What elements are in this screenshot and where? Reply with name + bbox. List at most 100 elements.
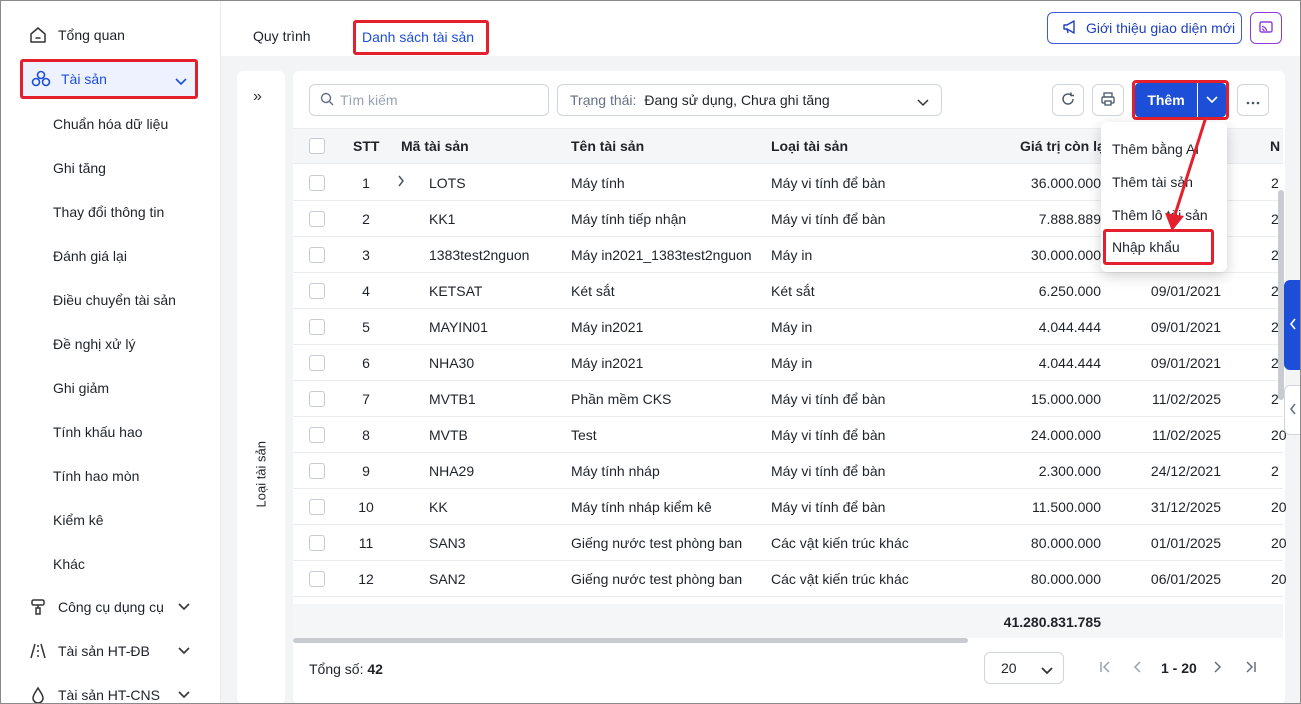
intro-new-ui-button[interactable]: Giới thiệu giao diện mới <box>1047 12 1242 44</box>
import-highlight <box>1103 229 1214 265</box>
sidebar-sub-revalue[interactable]: Đánh giá lại <box>53 248 127 264</box>
row-checkbox[interactable] <box>309 499 325 515</box>
more-options-button[interactable] <box>1237 84 1269 116</box>
cell-asset-code: MAYIN01 <box>429 319 488 335</box>
cell-asset-name: Máy in2021 <box>571 319 644 335</box>
cell-extra: 20 <box>1271 571 1287 587</box>
sidebar-item-overview[interactable]: Tổng quan <box>20 15 198 55</box>
first-page-icon[interactable] <box>1099 660 1111 676</box>
menu-item-add-ai[interactable]: Thêm bằng AI <box>1112 141 1199 157</box>
add-dropdown-button[interactable] <box>1198 83 1226 117</box>
right-collapse-tab[interactable] <box>1284 385 1301 435</box>
menu-item-add-batch[interactable]: Thêm lô tài sản <box>1112 207 1208 223</box>
horizontal-scrollbar[interactable] <box>293 638 968 643</box>
water-icon <box>28 685 48 704</box>
sidebar-item-water-infra[interactable]: Tài sản HT-CNS <box>20 675 198 704</box>
cell-asset-code: KETSAT <box>429 283 483 299</box>
header-extra[interactable]: N <box>1270 138 1280 154</box>
header-asset-type[interactable]: Loại tài sản <box>771 138 848 154</box>
cell-asset-type: Máy vi tính để bàn <box>771 211 886 227</box>
cell-date: 24/12/2021 <box>1150 463 1221 479</box>
sidebar-sub-wear[interactable]: Tính hao mòn <box>53 468 139 484</box>
chevron-down-icon <box>178 687 190 703</box>
status-filter-select[interactable]: Trạng thái: Đang sử dụng, Chưa ghi tăng <box>557 84 942 116</box>
sidebar-sub-depreciation[interactable]: Tính khấu hao <box>53 424 143 440</box>
cell-asset-type: Máy in <box>771 319 813 335</box>
row-checkbox[interactable] <box>309 283 325 299</box>
intro-new-ui-label: Giới thiệu giao diện mới <box>1086 20 1236 36</box>
header-asset-code[interactable]: Mã tài sản <box>401 138 469 154</box>
chevron-down-icon <box>178 643 190 659</box>
cell-remaining-value: 15.000.000 <box>1030 391 1101 407</box>
sidebar-sub-transfer[interactable]: Điều chuyển tài sản <box>53 292 176 308</box>
megaphone-icon <box>1062 19 1086 38</box>
cell-remaining-value: 2.300.000 <box>1038 463 1101 479</box>
sidebar-item-label: Tài sản HT-ĐB <box>58 643 150 659</box>
row-checkbox[interactable] <box>309 319 325 335</box>
row-checkbox[interactable] <box>309 463 325 479</box>
expand-rail-icon[interactable]: » <box>253 88 262 106</box>
sidebar-item-assets[interactable]: Tài sản <box>20 59 198 99</box>
tab-process[interactable]: Quy trình <box>253 28 311 44</box>
next-page-icon[interactable] <box>1212 660 1222 676</box>
cell-stt: 8 <box>362 427 370 443</box>
sidebar-sub-decrease[interactable]: Ghi giảm <box>53 380 109 396</box>
tools-icon <box>28 597 48 617</box>
search-input[interactable]: Tìm kiếm <box>309 84 549 116</box>
cell-asset-type: Máy in <box>771 355 813 371</box>
sidebar-sub-change-info[interactable]: Thay đổi thông tin <box>53 204 164 220</box>
tab-asset-list[interactable]: Danh sách tài sản <box>353 20 489 55</box>
sidebar-sub-other[interactable]: Khác <box>53 556 85 572</box>
cell-asset-type: Các vật kiến trúc khác <box>771 571 909 587</box>
cell-asset-code: NHA30 <box>429 355 475 371</box>
cast-button[interactable] <box>1250 12 1282 44</box>
sidebar-item-road-infra[interactable]: Tài sản HT-ĐB <box>20 631 198 671</box>
assets-icon <box>31 69 51 89</box>
cell-date: 11/02/2025 <box>1151 427 1221 443</box>
last-page-icon[interactable] <box>1245 660 1257 676</box>
row-checkbox[interactable] <box>309 535 325 551</box>
sidebar-item-label: Tổng quan <box>58 27 125 43</box>
sidebar-sub-propose[interactable]: Đề nghị xử lý <box>53 336 136 352</box>
row-checkbox[interactable] <box>309 211 325 227</box>
cell-stt: 1 <box>362 175 370 191</box>
row-checkbox[interactable] <box>309 427 325 443</box>
header-stt[interactable]: STT <box>353 138 379 154</box>
cell-asset-type: Máy in <box>771 247 813 263</box>
total-count-value: 42 <box>367 661 383 677</box>
cell-asset-name: Két sắt <box>571 283 615 299</box>
cell-date: 06/01/2025 <box>1150 571 1221 587</box>
print-button[interactable] <box>1092 84 1124 116</box>
page-size-value: 20 <box>1001 660 1017 676</box>
asset-type-rail-label: Loại tài sản <box>253 441 269 508</box>
row-checkbox[interactable] <box>309 175 325 191</box>
add-button[interactable]: Thêm <box>1135 83 1197 117</box>
sidebar-sub-inventory[interactable]: Kiểm kê <box>53 512 104 528</box>
sidebar-sub-increase[interactable]: Ghi tăng <box>53 160 106 176</box>
page-size-select[interactable]: 20 <box>984 652 1064 684</box>
chevron-right-icon[interactable] <box>397 174 405 190</box>
cell-asset-type: Máy vi tính để bàn <box>771 499 886 515</box>
prev-page-icon[interactable] <box>1133 660 1143 676</box>
sidebar-item-label: Tài sản <box>61 71 107 87</box>
row-checkbox[interactable] <box>309 391 325 407</box>
refresh-button[interactable] <box>1052 84 1084 116</box>
cell-remaining-value: 7.888.889 <box>1038 211 1101 227</box>
right-drawer-tab[interactable] <box>1284 280 1301 370</box>
menu-item-add-asset[interactable]: Thêm tài sản <box>1112 174 1193 190</box>
row-checkbox[interactable] <box>309 355 325 371</box>
cell-date: 09/01/2021 <box>1150 319 1221 335</box>
cell-stt: 6 <box>362 355 370 371</box>
sidebar-item-tools[interactable]: Công cụ dụng cụ <box>20 587 198 627</box>
cell-asset-name: Máy tính <box>571 175 625 191</box>
cell-asset-code: LOTS <box>429 175 466 191</box>
row-checkbox[interactable] <box>309 247 325 263</box>
header-asset-name[interactable]: Tên tài sản <box>571 138 644 154</box>
row-checkbox[interactable] <box>309 571 325 587</box>
select-all-checkbox[interactable] <box>309 138 325 154</box>
header-remaining-value[interactable]: Giá trị còn lại <box>1020 138 1109 154</box>
sidebar-sub-normalize[interactable]: Chuẩn hóa dữ liệu <box>53 116 168 132</box>
total-remaining-value: 41.280.831.785 <box>1003 614 1101 630</box>
cell-asset-name: Máy tính tiếp nhận <box>571 211 687 227</box>
cell-asset-code: KK <box>429 499 448 515</box>
